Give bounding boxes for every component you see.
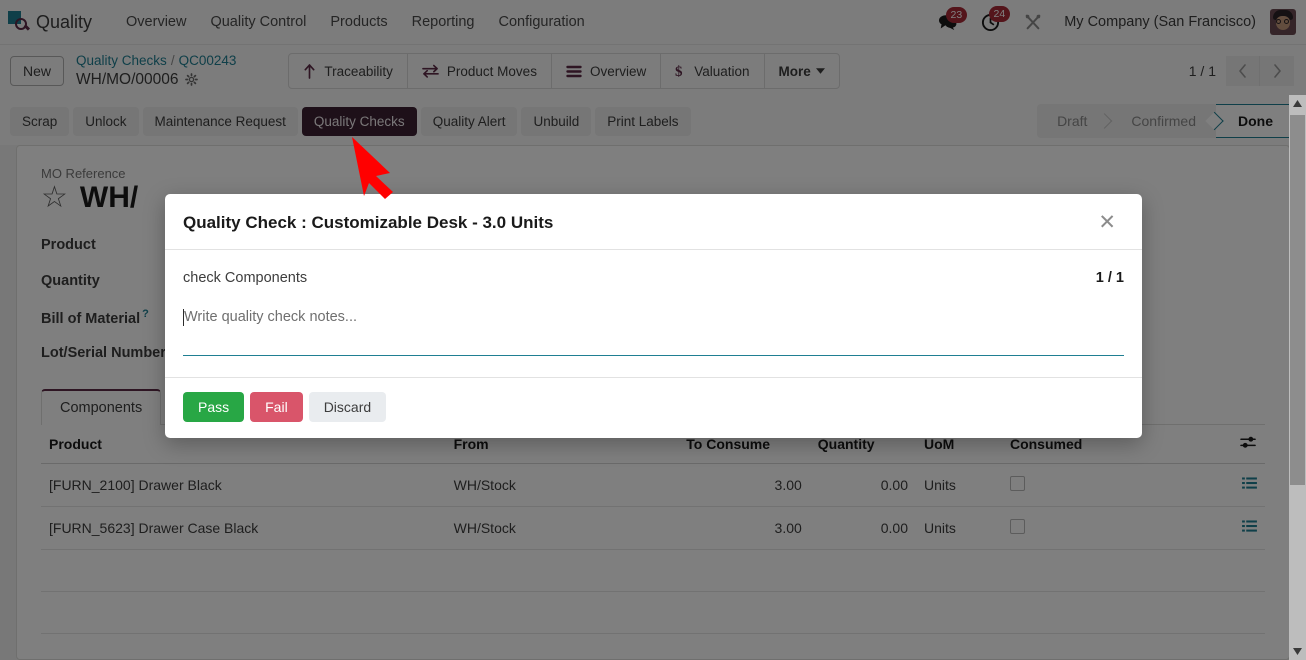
scrollbar-thumb[interactable] bbox=[1290, 115, 1305, 485]
scroll-up-button[interactable] bbox=[1289, 95, 1306, 112]
discard-button[interactable]: Discard bbox=[308, 392, 387, 422]
quality-check-dialog: Quality Check : Customizable Desk - 3.0 … bbox=[165, 194, 1142, 438]
notes-field-wrapper bbox=[183, 308, 1124, 361]
dialog-header: Quality Check : Customizable Desk - 3.0 … bbox=[165, 194, 1142, 250]
pass-button[interactable]: Pass bbox=[183, 392, 245, 422]
text-cursor bbox=[183, 309, 184, 326]
check-pager: 1 / 1 bbox=[1095, 270, 1124, 286]
dialog-body: check Components 1 / 1 bbox=[165, 250, 1142, 377]
vertical-scrollbar[interactable] bbox=[1289, 95, 1306, 660]
check-name: check Components bbox=[183, 270, 308, 286]
dialog-footer: Pass Fail Discard bbox=[165, 377, 1142, 438]
notes-input[interactable] bbox=[183, 308, 1124, 356]
dialog-title: Quality Check : Customizable Desk - 3.0 … bbox=[183, 212, 554, 232]
close-icon[interactable]: ✕ bbox=[1094, 210, 1120, 235]
fail-button[interactable]: Fail bbox=[250, 392, 303, 422]
triangle-down-icon bbox=[1293, 648, 1302, 655]
triangle-up-icon bbox=[1293, 100, 1302, 107]
check-info-row: check Components 1 / 1 bbox=[183, 270, 1124, 286]
scroll-down-button[interactable] bbox=[1289, 643, 1306, 660]
